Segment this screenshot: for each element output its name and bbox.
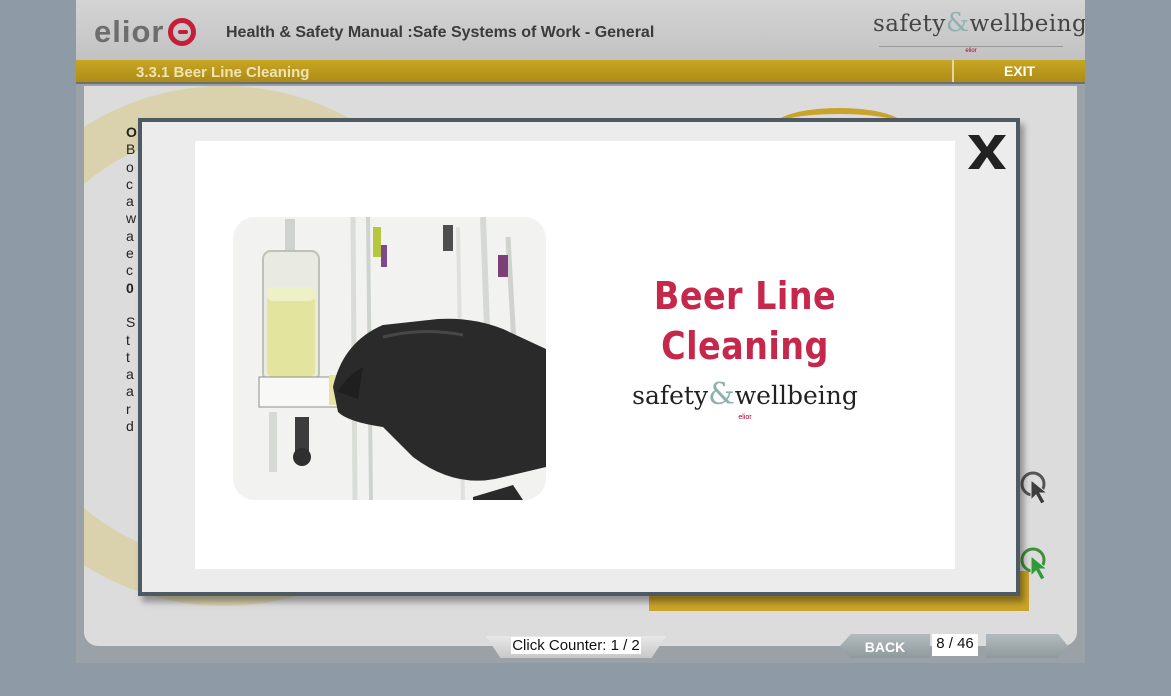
slide-brand-logo: safety&wellbeing elior — [625, 377, 865, 421]
modal-close-button[interactable] — [966, 132, 1008, 172]
page-indicator: 8 / 46 — [932, 634, 978, 656]
section-title: 3.3.1 Beer Line Cleaning — [136, 64, 310, 81]
beer-line-cleaning-photo — [233, 217, 546, 500]
slide-brand-word-wellbeing: wellbeing — [734, 381, 858, 410]
logo-text: elior — [94, 14, 165, 49]
brand-subtext: elior — [965, 48, 977, 54]
brand-word-safety: safety — [873, 11, 946, 37]
brand-word-wellbeing: wellbeing — [969, 11, 1085, 37]
click-counter: Click Counter: 1 / 2 — [486, 636, 666, 658]
back-button[interactable]: BACK — [840, 634, 930, 658]
cursor-click-green-icon[interactable] — [1019, 546, 1053, 586]
click-counter-text: Click Counter: 1 / 2 — [511, 637, 641, 654]
page-title: Health & Safety Manual :Safe Systems of … — [226, 24, 655, 41]
slide-brand-subtext: elior — [738, 414, 752, 421]
next-button[interactable] — [986, 634, 1068, 658]
footer-nav: Click Counter: 1 / 2 BACK 8 / 46 — [76, 634, 1085, 663]
media-modal: Beer Line Cleaning safety&wellbeing elio… — [138, 118, 1020, 596]
brand-ampersand: & — [945, 8, 970, 38]
slide-title: Beer Line Cleaning — [653, 274, 837, 368]
brand-wordmark: safety&wellbeing — [873, 8, 1085, 38]
header: elior Health & Safety Manual :Safe Syste… — [76, 0, 1085, 61]
brand-divider — [879, 46, 1063, 47]
slide-brand-ampersand: & — [708, 377, 735, 412]
close-x-icon — [968, 135, 1006, 169]
slide-brand-wordmark: safety&wellbeing — [625, 377, 865, 412]
slide-content: Beer Line Cleaning safety&wellbeing elio… — [195, 141, 955, 569]
elior-logo: elior — [94, 14, 197, 50]
elior-logo-icon — [168, 18, 197, 46]
photo-illustration — [233, 217, 546, 500]
slide-brand-word-safety: safety — [632, 381, 709, 410]
exit-button[interactable]: EXIT — [954, 63, 1085, 79]
cursor-click-icon[interactable] — [1019, 470, 1053, 510]
safety-wellbeing-logo: safety&wellbeing elior — [873, 8, 1085, 54]
section-titlebar: 3.3.1 Beer Line Cleaning EXIT — [76, 60, 1085, 84]
